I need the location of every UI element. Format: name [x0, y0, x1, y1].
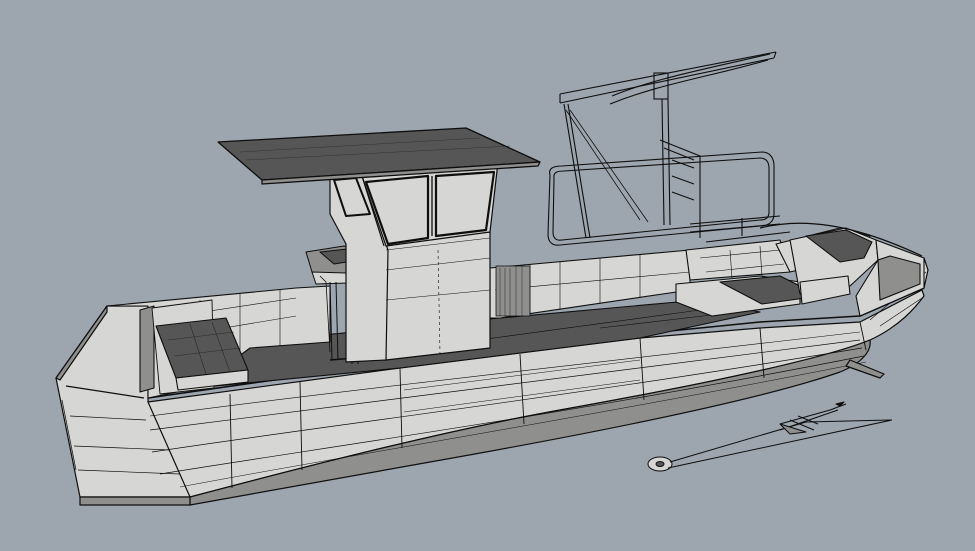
rhino-perspective-viewport[interactable] — [0, 0, 975, 551]
boat-wireframe-model[interactable] — [0, 0, 975, 551]
cabin-window-front-right — [434, 170, 496, 238]
console-cabin[interactable] — [329, 161, 499, 363]
